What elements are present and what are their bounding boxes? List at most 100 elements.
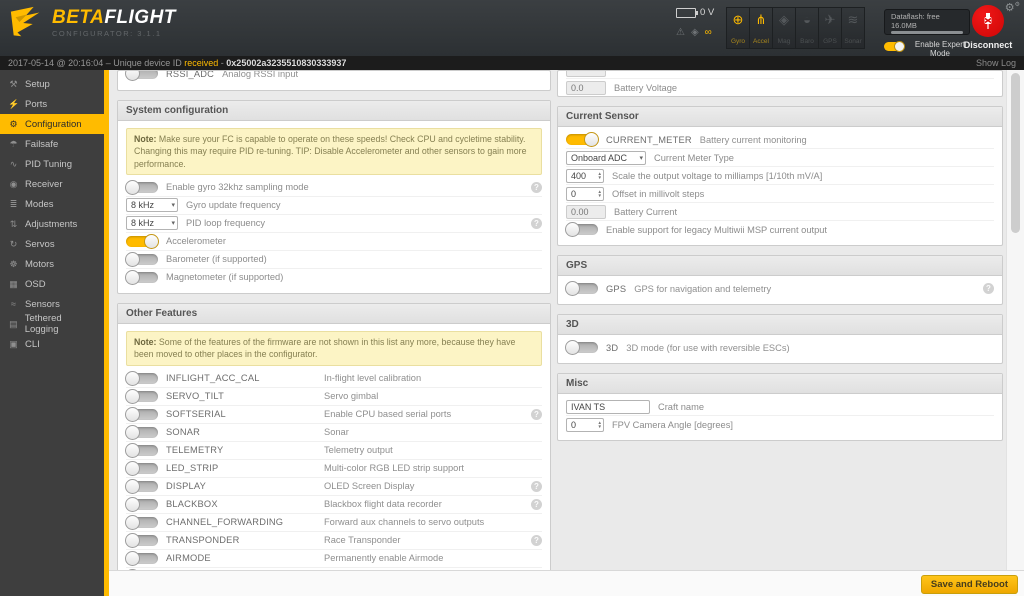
mag-icon: ◈ [779, 12, 789, 27]
sensor-indicator-gyro: ⊕ Gyro [726, 7, 750, 49]
battery-section-partial: 0.0 Battery Voltage [557, 70, 1003, 97]
craft-name-row: Craft name [566, 398, 994, 416]
link-icon: ∞ [704, 27, 712, 38]
feature-row-transponder: TRANSPONDER Race Transponder? [125, 532, 542, 550]
gps-section: GPS GPS GPS for navigation and telemetry… [557, 255, 1003, 305]
dataflash-progress-bar [891, 31, 963, 34]
scrollbar-thumb[interactable] [1011, 73, 1020, 233]
dataflash-size: 16.0MB [891, 21, 917, 30]
sidebar-item-setup[interactable]: ⚒ Setup [0, 74, 104, 94]
battery-voltage-row: 0.0 Battery Voltage [566, 79, 994, 96]
softserial-toggle[interactable] [125, 406, 158, 422]
setup-icon: ⚒ [9, 78, 18, 89]
failsafe-tab-icon: ☂ [9, 138, 18, 149]
configuration-icon: ⚙ [9, 118, 18, 129]
sensor-indicator-accel: ⋔ Accel [749, 7, 773, 49]
tethered-logging-icon: ▤ [9, 318, 18, 329]
feature-row-blackbox: BLACKBOX Blackbox flight data recorder? [125, 496, 542, 514]
help-icon[interactable]: ? [531, 181, 542, 193]
help-icon[interactable]: ? [531, 480, 542, 492]
accelerometer-row: Accelerometer [126, 233, 542, 251]
sidebar-item-modes[interactable]: ≣ Modes [0, 194, 104, 214]
voltage-scale-input-partial[interactable] [566, 71, 606, 77]
current-offset-input[interactable]: 0 ▲ ▼ [566, 186, 604, 201]
sidebar-item-servos[interactable]: ↻ Servos [0, 234, 104, 254]
3d-toggle[interactable] [565, 340, 598, 355]
stepper-arrows: ▲ ▼ [597, 419, 602, 429]
rssi-section-partial: RSSI_ADC Analog RSSI input [117, 70, 551, 91]
help-icon[interactable]: ? [531, 408, 542, 420]
current-scale-row: 400 ▲ ▼ Scale the output voltage to millia… [566, 167, 994, 185]
inflight-acc-cal-toggle[interactable] [125, 370, 158, 386]
channel-forwarding-toggle[interactable] [125, 514, 158, 530]
3d-row: 3D 3D mode (for use with reversible ESCs… [565, 339, 994, 356]
brand-flight: FLIGHT [104, 7, 176, 28]
settings-gear-icon[interactable]: ⚙⚙ [1005, 1, 1020, 14]
disconnect-label: Disconnect [963, 40, 1013, 50]
sidebar-item-pid-tuning[interactable]: ∿ PID Tuning [0, 154, 104, 174]
system-configuration-note: Note: Make sure your FC is capable to op… [126, 128, 542, 175]
sidebar-item-sensors[interactable]: ≈ Sensors [0, 294, 104, 314]
feature-row-airmode: AIRMODE Permanently enable Airmode [125, 550, 542, 568]
help-icon[interactable]: ? [983, 283, 994, 294]
sidebar-item-tethered-logging[interactable]: ▤ Tethered Logging [0, 313, 104, 335]
expert-mode-toggle[interactable] [884, 41, 905, 52]
app-header: BETAFLIGHT CONFIGURATOR: 3.1.1 0 V ⚠ ◈ ∞… [0, 0, 1024, 58]
sensor-indicator-sonar: ≋ Sonar [841, 7, 865, 49]
sidebar-item-motors[interactable]: ☸ Motors [0, 254, 104, 274]
servo-tilt-toggle[interactable] [125, 388, 158, 404]
sidebar-item-osd[interactable]: ▦ OSD [0, 274, 104, 294]
blackbox-toggle[interactable] [125, 496, 158, 512]
save-and-reboot-button[interactable]: Save and Reboot [920, 575, 1018, 594]
display-toggle[interactable] [125, 478, 158, 494]
sidebar-item-configuration[interactable]: ⚙ Configuration [0, 114, 104, 134]
show-log-button[interactable]: Show Log [976, 56, 1016, 70]
other-features-note: Note: Some of the features of the firmwa… [126, 330, 542, 366]
feature-row-inflight-acc-cal: INFLIGHT_ACC_CAL In-flight level calibrat… [125, 370, 542, 388]
craft-name-input[interactable] [566, 399, 650, 414]
transponder-toggle[interactable] [125, 532, 158, 548]
sidebar-item-ports[interactable]: ⚡ Ports [0, 94, 104, 114]
help-icon[interactable]: ? [531, 217, 542, 229]
sidebar-item-receiver[interactable]: ◉ Receiver [0, 174, 104, 194]
sidebar-item-adjustments[interactable]: ⇅ Adjustments [0, 214, 104, 234]
accelerometer-toggle[interactable] [126, 233, 159, 249]
barometer-toggle[interactable] [125, 251, 158, 267]
sidebar-item-cli[interactable]: ▣ CLI [0, 334, 104, 354]
telemetry-toggle[interactable] [125, 442, 158, 458]
current-meter-toggle[interactable] [566, 132, 599, 147]
airmode-toggle[interactable] [125, 550, 158, 566]
current-meter-type-select[interactable]: Onboard ADC ▾ [566, 150, 646, 165]
section-title: Other Features [118, 303, 550, 324]
sonar-icon: ≋ [847, 12, 859, 27]
vertical-scrollbar[interactable] [1006, 70, 1024, 571]
sidebar-item-failsafe[interactable]: ☂ Failsafe [0, 134, 104, 154]
gyro-update-frequency-select[interactable]: 8 kHz ▾ [126, 198, 178, 213]
feature-row-telemetry: TELEMETRY Telemetry output [125, 442, 542, 460]
fpv-camera-angle-input[interactable]: 0 ▲ ▼ [566, 417, 604, 432]
rssi-adc-toggle[interactable] [125, 71, 158, 81]
legacy-msp-toggle[interactable] [565, 222, 598, 237]
gyro-frequency-row: 8 kHz ▾ Gyro update frequency [126, 197, 542, 215]
current-scale-input[interactable]: 400 ▲ ▼ [566, 168, 604, 183]
other-features-section: Other Features Note: Some of the feature… [117, 302, 551, 571]
stepper-arrows: ▲ ▼ [597, 170, 602, 180]
gyro-32khz-toggle[interactable] [125, 179, 158, 195]
section-title: Misc [558, 374, 1002, 394]
hawk-logo-icon [10, 6, 40, 37]
gps-toggle[interactable] [565, 281, 598, 296]
help-icon[interactable]: ? [531, 534, 542, 546]
brand-text: BETAFLIGHT CONFIGURATOR: 3.1.1 [52, 7, 176, 39]
help-icon[interactable]: ? [531, 498, 542, 510]
barometer-row: Barometer (if supported) [125, 251, 542, 269]
magnetometer-toggle[interactable] [125, 269, 158, 285]
pid-loop-frequency-select[interactable]: 8 kHz ▾ [126, 216, 178, 231]
misc-section: Misc Craft name 0▲▼ FPV Camera Angle [de… [557, 373, 1003, 441]
main-navigation: ⚒ Setup ⚡ Ports ⚙ Configuration ☂ Failsafe ∿… [0, 70, 109, 596]
current-offset-row: 0 ▲ ▼ Offset in millivolt steps [566, 185, 994, 203]
sonar-toggle[interactable] [125, 424, 158, 440]
led-strip-toggle[interactable] [125, 460, 158, 476]
pid-tuning-icon: ∿ [9, 158, 18, 169]
bottom-toolbar: Save and Reboot [109, 570, 1024, 596]
sensor-indicator-baro: ◒ Baro [795, 7, 819, 49]
